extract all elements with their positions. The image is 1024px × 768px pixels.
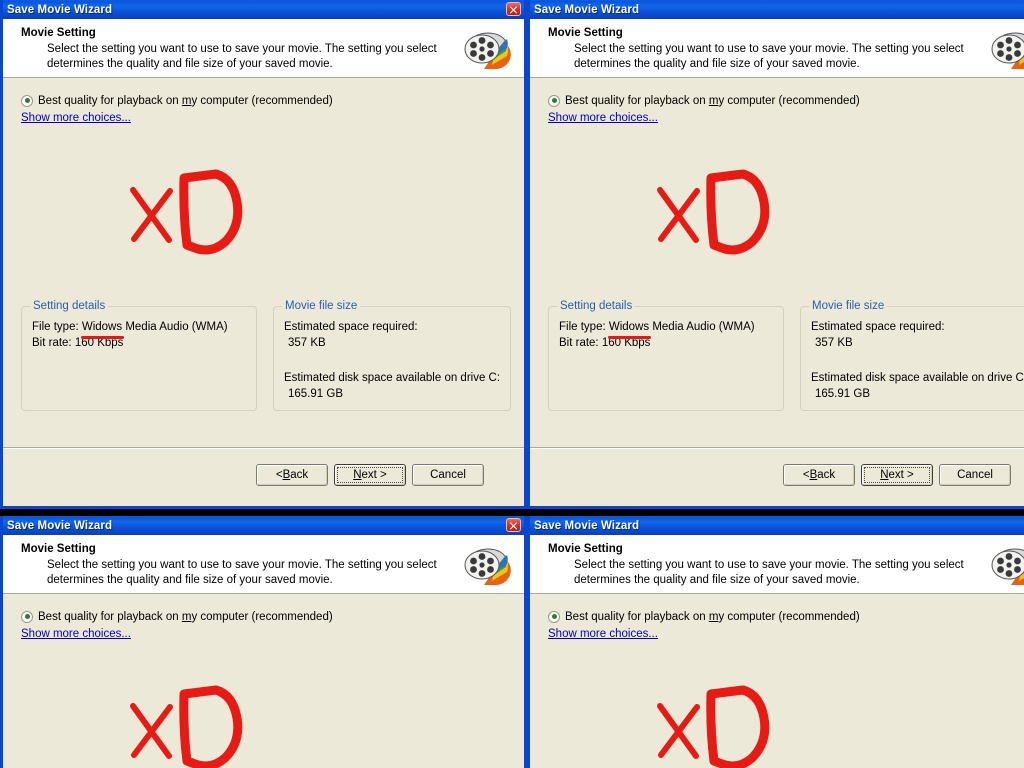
red-xd-doodle (657, 169, 770, 255)
radio-best-quality-label: Best quality for playback on my computer… (38, 610, 333, 623)
window-title: Save Movie Wizard (534, 3, 640, 16)
window-title: Save Movie Wizard (7, 3, 113, 16)
red-xd-doodle (130, 685, 243, 768)
save-movie-wizard-window-2: Save Movie Wizard Movie Setting Select t… (527, 0, 1024, 509)
next-button[interactable]: Next > (861, 464, 933, 486)
radio-best-quality-label: Best quality for playback on my computer… (38, 94, 333, 107)
setting-details-group: Setting details File type: Widows Media … (548, 300, 784, 411)
back-button[interactable]: < Back (256, 464, 328, 486)
page-description: Select the setting you want to use to sa… (47, 43, 437, 70)
page-title: Movie Setting (548, 27, 623, 39)
save-movie-wizard-window-1: Save Movie Wizard Movie Setting Select t… (0, 0, 527, 509)
save-movie-wizard-window-4: Save Movie Wizard Movie Setting Select t… (527, 516, 1024, 768)
button-row: < Back Next > Cancel (256, 464, 484, 486)
space-required-value: 357 KB (815, 337, 853, 349)
detail-group-boxes: Setting details File type: Widows Media … (548, 300, 1024, 411)
radio-best-quality[interactable] (21, 94, 33, 107)
page-title: Movie Setting (21, 27, 96, 39)
radio-best-quality-row[interactable]: Best quality for playback on my computer… (548, 93, 1024, 108)
file-type-typo: Widows (80, 321, 125, 339)
titlebar: Save Movie Wizard (530, 0, 1024, 19)
wizard-body: Best quality for playback on my computer… (3, 594, 524, 768)
titlebar: Save Movie Wizard (3, 516, 524, 535)
show-more-choices-link[interactable]: Show more choices... (21, 628, 131, 640)
file-type-line: File type: Widows Media Audio (WMA) (32, 321, 228, 339)
save-movie-wizard-window-3: Save Movie Wizard Movie Setting Select t… (0, 516, 527, 768)
space-required-label: Estimated space required: (284, 321, 418, 333)
wizard-body: Best quality for playback on my computer… (530, 594, 1024, 768)
window-title: Save Movie Wizard (534, 519, 640, 532)
wizard-header: Movie Setting Select the setting you wan… (530, 535, 1024, 594)
radio-best-quality[interactable] (548, 610, 560, 623)
bit-rate-line: Bit rate: 160 Kbps (32, 337, 124, 349)
wizard-header: Movie Setting Select the setting you wan… (3, 19, 524, 78)
movie-reel-icon (464, 32, 511, 69)
setting-details-legend: Setting details (30, 300, 109, 312)
setting-details-group: Setting details File type: Widows Media … (21, 300, 257, 411)
page-description: Select the setting you want to use to sa… (47, 559, 437, 586)
page-title: Movie Setting (548, 543, 623, 555)
movie-file-size-group: Movie file size Estimated space required… (273, 300, 511, 411)
space-required-label: Estimated space required: (811, 321, 945, 333)
titlebar: Save Movie Wizard (3, 0, 524, 19)
movie-file-size-group: Movie file size Estimated space required… (800, 300, 1024, 411)
file-type-line: File type: Widows Media Audio (WMA) (559, 321, 755, 339)
radio-best-quality-label: Best quality for playback on my computer… (565, 610, 860, 623)
page-description: Select the setting you want to use to sa… (574, 559, 964, 586)
wizard-body: Best quality for playback on my computer… (3, 78, 524, 448)
radio-best-quality-row[interactable]: Best quality for playback on my computer… (21, 609, 524, 624)
movie-reel-icon (464, 548, 511, 585)
red-xd-doodle (130, 169, 243, 255)
next-button[interactable]: Next > (334, 464, 406, 486)
disk-available-value: 165.91 GB (815, 388, 870, 400)
detail-group-boxes: Setting details File type: Widows Media … (21, 300, 511, 411)
space-required-value: 357 KB (288, 337, 326, 349)
radio-best-quality-row[interactable]: Best quality for playback on my computer… (548, 609, 1024, 624)
show-more-choices-link[interactable]: Show more choices... (548, 112, 658, 124)
movie-reel-icon (991, 32, 1024, 69)
disk-available-label: Estimated disk space available on drive … (811, 372, 1024, 384)
disk-available-value: 165.91 GB (288, 388, 343, 400)
show-more-choices-link[interactable]: Show more choices... (21, 112, 131, 124)
wizard-footer: < Back Next > Cancel (3, 447, 524, 503)
movie-file-size-legend: Movie file size (809, 300, 888, 312)
cancel-button[interactable]: Cancel (939, 464, 1011, 486)
close-icon[interactable] (506, 2, 521, 16)
back-button[interactable]: < Back (783, 464, 855, 486)
wizard-header: Movie Setting Select the setting you wan… (3, 535, 524, 594)
cancel-button[interactable]: Cancel (412, 464, 484, 486)
wizard-header: Movie Setting Select the setting you wan… (530, 19, 1024, 78)
file-type-typo: Widows (607, 321, 652, 339)
radio-best-quality[interactable] (21, 610, 33, 623)
close-icon[interactable] (506, 518, 521, 532)
page-description: Select the setting you want to use to sa… (574, 43, 964, 70)
show-more-choices-link[interactable]: Show more choices... (548, 628, 658, 640)
radio-best-quality-label: Best quality for playback on my computer… (565, 94, 860, 107)
movie-reel-icon (991, 548, 1024, 585)
wizard-body: Best quality for playback on my computer… (530, 78, 1024, 448)
page-title: Movie Setting (21, 543, 96, 555)
bit-rate-line: Bit rate: 160 Kbps (559, 337, 651, 349)
radio-best-quality[interactable] (548, 94, 560, 107)
titlebar: Save Movie Wizard (530, 516, 1024, 535)
button-row: < Back Next > Cancel (783, 464, 1011, 486)
red-xd-doodle (657, 685, 770, 768)
wizard-footer: < Back Next > Cancel (530, 447, 1024, 503)
window-title: Save Movie Wizard (7, 519, 113, 532)
setting-details-legend: Setting details (557, 300, 636, 312)
movie-file-size-legend: Movie file size (282, 300, 361, 312)
screen-tiled-windows: Save Movie Wizard Movie Setting Select t… (0, 0, 1024, 768)
radio-best-quality-row[interactable]: Best quality for playback on my computer… (21, 93, 524, 108)
disk-available-label: Estimated disk space available on drive … (284, 372, 501, 384)
